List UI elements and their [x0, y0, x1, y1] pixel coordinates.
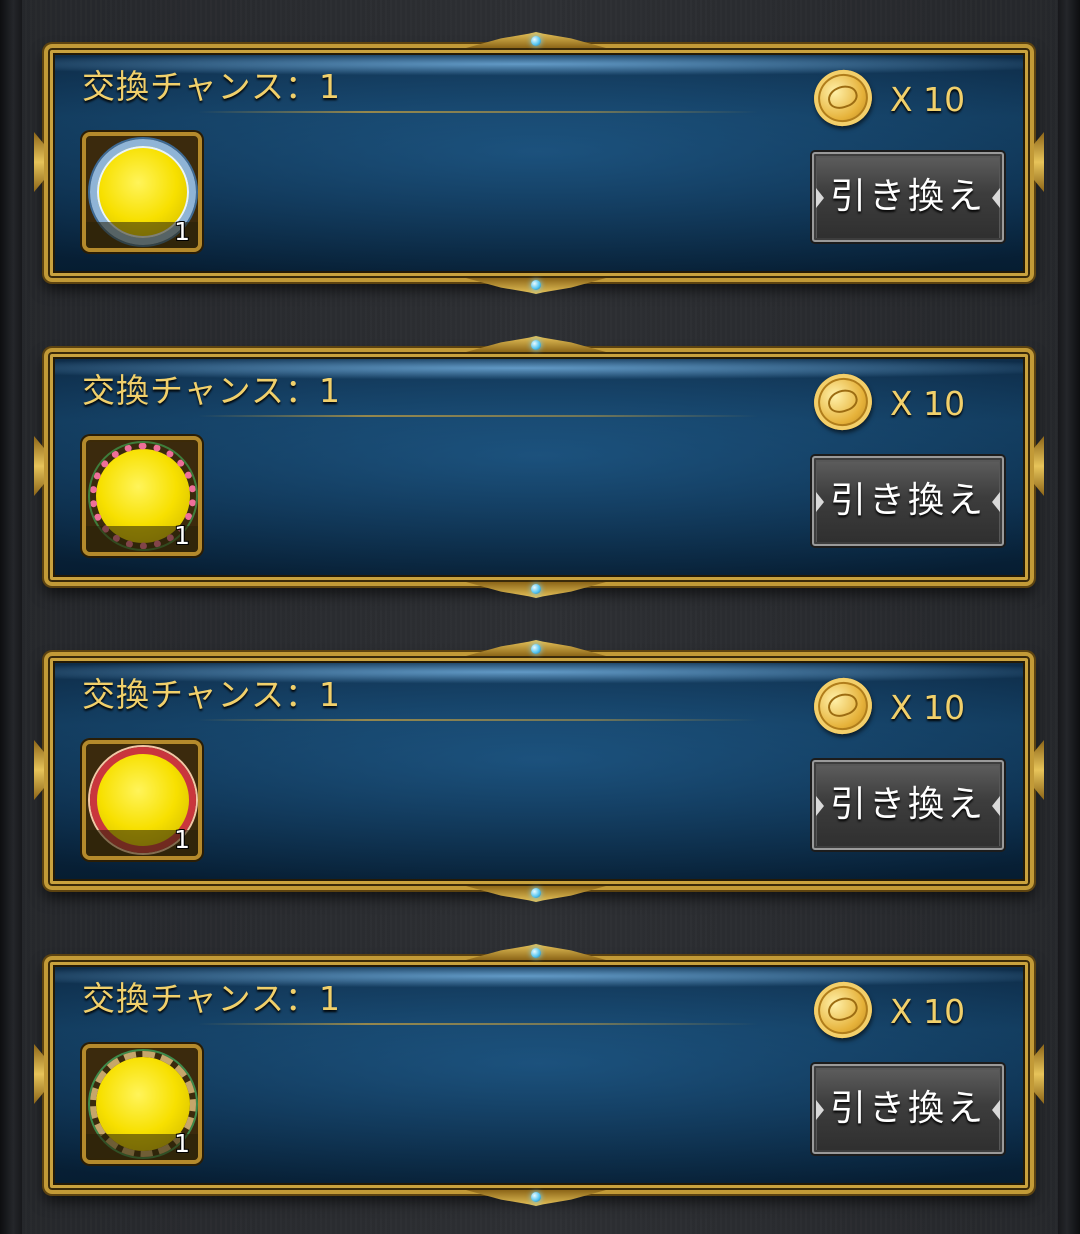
- gem-ornament-icon: [531, 948, 541, 958]
- left-arrow-icon: [816, 492, 824, 512]
- item-count: 1: [174, 521, 190, 550]
- title-divider: [198, 111, 758, 113]
- item-slot[interactable]: 1: [82, 436, 202, 556]
- side-ornament-icon: [34, 132, 44, 192]
- coin-face-emblem: [825, 81, 861, 113]
- left-arrow-icon: [816, 188, 824, 208]
- cost-label: X 10: [890, 384, 966, 423]
- exchange-card: 交換チャンス：1 1 X 10 引き換え: [44, 948, 1044, 1202]
- gem-ornament-icon: [531, 36, 541, 46]
- right-arrow-icon: [992, 188, 1000, 208]
- coin-face-emblem: [825, 993, 861, 1025]
- redeem-button[interactable]: 引き換え: [812, 1064, 1004, 1154]
- side-ornament-icon: [1034, 740, 1044, 800]
- redeem-button[interactable]: 引き換え: [812, 760, 1004, 850]
- exchange-card: 交換チャンス：1 1 X 10 引き換え: [44, 340, 1044, 594]
- cost-label: X 10: [890, 80, 966, 119]
- title-divider: [198, 719, 758, 721]
- redeem-button[interactable]: 引き換え: [812, 152, 1004, 242]
- item-count: 1: [174, 825, 190, 854]
- title-divider: [198, 415, 758, 417]
- gold-coin-icon: [806, 62, 880, 134]
- gold-coin-icon: [806, 974, 880, 1046]
- item-slot[interactable]: 1: [82, 1044, 202, 1164]
- exchange-chance-label: 交換チャンス：1: [82, 67, 342, 106]
- exchange-card: 交換チャンス：1 1 X 10 引き換え: [44, 36, 1044, 290]
- gem-ornament-icon: [531, 888, 541, 898]
- gem-ornament-icon: [531, 644, 541, 654]
- coin-face-emblem: [825, 689, 861, 721]
- left-arrow-icon: [816, 1100, 824, 1120]
- side-ornament-icon: [34, 1044, 44, 1104]
- gold-coin-icon: [806, 670, 880, 742]
- side-ornament-icon: [1034, 1044, 1044, 1104]
- coin-face-emblem: [825, 385, 861, 417]
- right-arrow-icon: [992, 796, 1000, 816]
- left-frame-column: [0, 0, 22, 1234]
- exchange-chance-label: 交換チャンス：1: [82, 979, 342, 1018]
- item-slot[interactable]: 1: [82, 132, 202, 252]
- right-frame-column: [1058, 0, 1080, 1234]
- exchange-chance-label: 交換チャンス：1: [82, 675, 342, 714]
- gem-ornament-icon: [531, 280, 541, 290]
- exchange-card: 交換チャンス：1 1 X 10 引き換え: [44, 644, 1044, 898]
- side-ornament-icon: [34, 740, 44, 800]
- gem-ornament-icon: [531, 340, 541, 350]
- exchange-chance-label: 交換チャンス：1: [82, 371, 342, 410]
- redeem-button-label: 引き換え: [829, 176, 986, 217]
- item-slot[interactable]: 1: [82, 740, 202, 860]
- redeem-button-label: 引き換え: [829, 1088, 986, 1129]
- redeem-button[interactable]: 引き換え: [812, 456, 1004, 546]
- side-ornament-icon: [1034, 132, 1044, 192]
- item-count: 1: [174, 1129, 190, 1158]
- side-ornament-icon: [34, 436, 44, 496]
- gem-ornament-icon: [531, 584, 541, 594]
- redeem-button-label: 引き換え: [829, 480, 986, 521]
- right-arrow-icon: [992, 1100, 1000, 1120]
- cost-label: X 10: [890, 992, 966, 1031]
- gold-coin-icon: [806, 366, 880, 438]
- cost-label: X 10: [890, 688, 966, 727]
- side-ornament-icon: [1034, 436, 1044, 496]
- right-arrow-icon: [992, 492, 1000, 512]
- left-arrow-icon: [816, 796, 824, 816]
- title-divider: [198, 1023, 758, 1025]
- redeem-button-label: 引き換え: [829, 784, 986, 825]
- item-count: 1: [174, 217, 190, 246]
- gem-ornament-icon: [531, 1192, 541, 1202]
